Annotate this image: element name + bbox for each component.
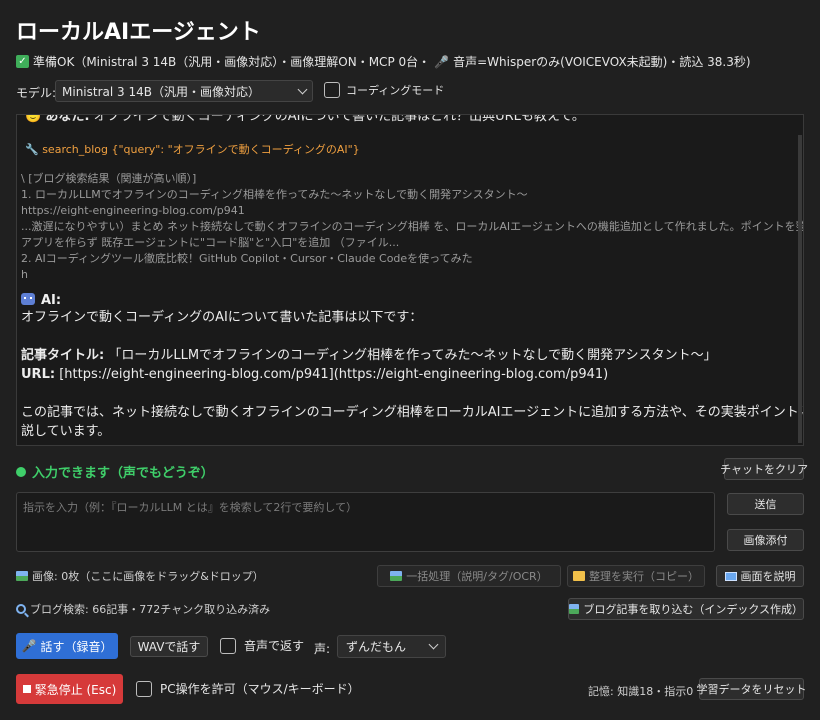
search-result-line: 2. AIコーディングツール徹底比較！GitHub Copilot・Cursor… [21,252,473,265]
search-icon [16,604,26,614]
ai-message: オフラインで動くコーディングのAIについて書いた記事は以下です： 記事タイトル:… [21,308,803,441]
coding-mode-label: コーディングモード [346,84,445,97]
tool-call-text: search_blog {"query": "オフラインで動くコーディングのAI… [42,143,360,156]
chat-scrollbar[interactable] [798,135,802,443]
status-text: 準備OK（Ministral 3 14B（汎用・画像対応）・画像理解ON・MCP… [33,55,431,69]
explain-screen-button[interactable]: 画面を説明 [716,565,804,587]
blog-status-text: ブログ検索: 66記事・772チャンク取り込み済み [30,603,271,616]
search-result-line: \ [ブログ検索結果（関連が高い順）] [21,172,197,185]
image-status-text: 画像: 0枚（ここに画像をドラッグ&ドロップ） [32,570,264,583]
chat-log[interactable]: 🙂 あなた: オフラインで動くコーディングのAIについて書いた記事はどれ？出典U… [16,114,804,446]
microphone-icon: 🎤 [21,639,37,653]
ready-text: 入力できます（声でもどうぞ） [32,466,214,481]
chat-content: 🙂 あなた: オフラインで動くコーディングのAIについて書いた記事はどれ？出典U… [21,114,804,441]
prompt-input[interactable]: 指示を入力（例：『ローカルLLM とは』を検索して2行で要約して） [16,492,715,552]
voice-label: 声: [314,642,331,656]
send-button[interactable]: 送信 [727,493,804,515]
ai-title-line: 記事タイトル: 「ローカルLLMでオフラインのコーディング相棒を作ってみた〜ネッ… [21,346,791,365]
ai-url-line: URL: [https://eight-engineering-blog.com… [21,365,791,384]
import-blog-button[interactable]: ブログ記事を取り込む（インデックス作成） [568,598,804,620]
organize-label: 整理を実行（コピー） [589,570,699,583]
monitor-icon [724,571,737,581]
tool-call: 🔧 search_blog {"query": "オフラインで動くコーディングの… [21,141,791,157]
clear-chat-button[interactable]: チャットをクリア [720,458,808,480]
stop-icon [22,685,31,693]
chevron-down-icon [297,84,308,94]
voice-select[interactable]: ずんだもん [337,635,446,658]
coding-mode-checkbox[interactable] [324,82,340,98]
microphone-icon: 🎤 [434,54,450,69]
user-prefix: あなた: [45,114,90,124]
explain-screen-label: 画面を説明 [740,570,796,583]
image-icon [16,571,28,581]
robot-icon [21,293,35,305]
voice-reply-toggle[interactable]: 音声で返す [220,637,304,654]
ai-label-text: AI: [41,293,62,308]
voice-reply-label: 音声で返す [244,639,305,653]
image-icon [390,571,403,581]
pc-control-label: PC操作を許可（マウス/キーボード） [160,682,360,696]
ai-url-label: URL: [21,367,56,382]
search-result-line: 1. ローカルLLMでオフラインのコーディング相棒を作ってみた〜ネットなしで動く… [21,188,528,201]
ai-title-value: 「ローカルLLMでオフラインのコーディング相棒を作ってみた〜ネットなしで動く開発… [108,348,717,363]
emergency-stop-label: 緊急停止 (Esc) [34,682,117,697]
user-message: 🙂 あなた: オフラインで動くコーディングのAIについて書いた記事はどれ？出典U… [21,114,791,127]
blog-status: ブログ検索: 66記事・772チャンク取り込み済み [16,601,270,617]
search-result-line: https://eight-engineering-blog.com/p941 [21,204,245,217]
search-result-line: アプリを作らず 既存エージェントに"コード脳"と"入口"を追加 （ファイル... [21,236,400,249]
model-select-value: Ministral 3 14B（汎用・画像対応） [62,84,260,99]
search-result-line: h [21,268,28,281]
model-label: モデル: [16,86,57,100]
image-status: 画像: 0枚（ここに画像をドラッグ&ドロップ） [16,568,264,584]
organize-button[interactable]: 整理を実行（コピー） [567,565,705,587]
image-icon [569,604,580,614]
ai-title-label: 記事タイトル: [21,348,105,363]
pc-control-checkbox[interactable] [136,680,152,697]
wav-talk-button[interactable]: WAVで話す [130,636,208,657]
ai-body-line: この記事では、ネット接続なしで動くオフラインのコーディング相棒をローカルAIエー… [21,405,803,420]
check-icon: ✓ [16,55,29,68]
wrench-icon: 🔧 [25,143,39,156]
emergency-stop-button[interactable]: 緊急停止 (Esc) [16,674,123,704]
batch-process-label: 一括処理（説明/タグ/OCR） [406,570,548,583]
chevron-down-icon [428,639,439,650]
ai-body-line: 説しています。 [21,424,111,439]
pc-control-toggle[interactable]: PC操作を許可（マウス/キーボード） [136,680,360,697]
ai-intro: オフラインで動くコーディングのAIについて書いた記事は以下です： [21,310,423,325]
status-voice-text: 音声=Whisperのみ(VOICEVOX未起動)・読込 38.3秒) [453,55,751,69]
reset-learning-button[interactable]: 学習データをリセット [697,678,807,700]
import-blog-label: ブログ記事を取り込む（インデックス作成） [583,603,803,616]
status-line: ✓ 準備OK（Ministral 3 14B（汎用・画像対応）・画像理解ON・M… [16,53,751,70]
voice-reply-checkbox[interactable] [220,637,236,654]
batch-process-button[interactable]: 一括処理（説明/タグ/OCR） [377,565,561,587]
folder-icon [573,571,585,581]
coding-mode-toggle[interactable]: コーディングモード [324,82,444,98]
memory-status: 記憶: 知識18・指示0 [588,685,694,698]
ai-url-value: [https://eight-engineering-blog.com/p941… [59,367,609,382]
app-title: ローカルAIエージェント [16,20,261,45]
talk-label: 話す（録音） [40,639,113,654]
attach-image-button[interactable]: 画像添付 [727,529,804,551]
ai-label: AI: [21,293,791,308]
talk-button[interactable]: 🎤 話す（録音） [16,633,118,659]
voice-select-value: ずんだもん [346,640,407,654]
ready-status: 入力できます（声でもどうぞ） [16,462,214,481]
model-select[interactable]: Ministral 3 14B（汎用・画像対応） [55,80,313,102]
user-avatar-icon: 🙂 [25,114,42,124]
user-message-text: オフラインで動くコーディングのAIについて書いた記事はどれ？出典URLも教えて。 [93,114,585,124]
search-results: \ [ブログ検索結果（関連が高い順）] 1. ローカルLLMでオフラインのコーデ… [21,171,804,283]
status-dot-icon [16,466,26,477]
search-result-line: ...激遅になりやすい）まとめ ネット接続なしで動くオフラインのコーディング相棒… [21,220,804,233]
